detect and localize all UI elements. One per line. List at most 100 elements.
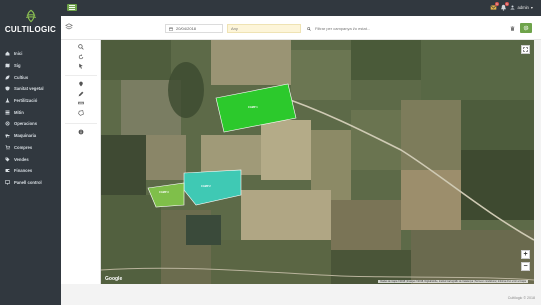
search-field[interactable]	[305, 24, 473, 33]
notifications-badge: 1	[505, 2, 509, 6]
ruler-icon	[78, 101, 84, 105]
sidebar-item-compres[interactable]: Compres	[0, 142, 61, 154]
brand-name: CULTILOGIC	[4, 24, 57, 34]
zoom-in-button[interactable]: +	[521, 250, 530, 259]
date-field[interactable]: 20/04/2018	[165, 24, 223, 33]
magnifier-icon	[78, 44, 84, 50]
tractor-icon	[5, 133, 10, 138]
notifications-button[interactable]: 1	[500, 2, 509, 11]
refresh-icon	[78, 54, 84, 60]
flask-icon	[5, 98, 10, 103]
sidebar-item-vendes[interactable]: Vendes	[0, 153, 61, 165]
sidebar-item-label: Sig	[14, 63, 21, 69]
map-icon	[5, 63, 10, 68]
user-menu[interactable]: admin ▾	[510, 5, 533, 10]
sidebar: CULTILOGIC Inici Sig Cultius Sanitat veg…	[0, 0, 61, 305]
search-icon	[307, 26, 311, 31]
draw-line-tool[interactable]	[77, 90, 85, 98]
gear-icon	[523, 25, 529, 31]
brand[interactable]: CULTILOGIC	[0, 0, 61, 42]
sidebar-item-label: Panell control	[14, 179, 42, 185]
year-field[interactable]	[227, 24, 301, 33]
monitor-icon	[5, 180, 10, 185]
footer-text: Cultilogic © 2018	[507, 296, 535, 300]
sidebar-item-label: Sanitat vegetal	[14, 86, 44, 92]
search-input[interactable]	[315, 26, 455, 31]
sidebar-item-fertilitzacio[interactable]: Fertilització	[0, 95, 61, 107]
refresh-tool[interactable]	[77, 53, 85, 61]
sidebar-item-cultius[interactable]: Cultius	[0, 71, 61, 83]
date-value: 20/04/2018	[176, 26, 197, 31]
info-tool[interactable]	[77, 128, 85, 136]
field-label: CAMP 3	[159, 191, 169, 194]
leaf-icon	[5, 75, 10, 80]
trash-icon	[510, 26, 514, 31]
sidebar-item-sig[interactable]: Sig	[0, 60, 61, 72]
home-icon	[5, 51, 10, 56]
google-logo: Google	[105, 276, 123, 282]
sidebar-item-label: Maquinaria	[14, 133, 37, 139]
field-label: CAMP 1	[248, 106, 258, 109]
gear-icon	[5, 121, 10, 126]
hamburger-icon	[69, 5, 75, 10]
cart-icon	[5, 145, 10, 150]
map-tools-panel	[61, 40, 101, 284]
sidebar-item-mitin[interactable]: Mitin	[0, 106, 61, 118]
minus-icon: −	[523, 263, 528, 270]
sidebar-item-label: Compres	[14, 144, 33, 150]
sidebar-item-panell-control[interactable]: Panell control	[0, 177, 61, 189]
sidebar-item-finances[interactable]: Finances	[0, 165, 61, 177]
sidebar-item-inici[interactable]: Inici	[0, 48, 61, 60]
list-icon	[5, 110, 10, 115]
sidebar-item-label: Cultius	[14, 74, 29, 80]
field-label: CAMP 2	[201, 185, 211, 188]
tools-divider	[65, 123, 97, 124]
sidebar-item-label: Operacions	[14, 121, 38, 127]
delete-button[interactable]	[508, 24, 516, 33]
fullscreen-button[interactable]	[521, 45, 530, 54]
tools-divider	[65, 75, 97, 76]
sidebar-item-label: Inici	[14, 51, 23, 57]
sidebar-nav: Inici Sig Cultius Sanitat vegetal Fertil…	[0, 48, 61, 188]
chevron-down-icon: ▾	[530, 5, 533, 10]
measure-tool[interactable]	[77, 99, 85, 107]
sidebar-item-label: Fertilització	[14, 98, 38, 104]
pointer-tool[interactable]	[77, 62, 85, 70]
tag-icon	[5, 157, 10, 162]
settings-button[interactable]	[520, 23, 532, 33]
expand-icon	[523, 47, 528, 52]
marker-tool[interactable]	[77, 80, 85, 88]
sidebar-item-operacions[interactable]: Operacions	[0, 118, 61, 130]
zoom-tool[interactable]	[77, 43, 85, 51]
pin-icon	[79, 81, 83, 87]
user-icon	[510, 5, 515, 10]
satellite-map[interactable]: CAMP 1 CAMP 2 CAMP 3 + − Google Dades de…	[101, 40, 534, 284]
zoom-out-button[interactable]: −	[521, 262, 530, 271]
polygon-tool[interactable]	[77, 109, 85, 117]
plus-icon: +	[523, 251, 528, 258]
user-name: admin	[517, 5, 529, 10]
layers-icon[interactable]	[65, 23, 73, 31]
menu-toggle-button[interactable]	[67, 4, 77, 11]
sidebar-item-sanitat-vegetal[interactable]: Sanitat vegetal	[0, 83, 61, 95]
top-bar: 1 1 admin ▾	[61, 0, 541, 16]
calendar-icon	[169, 27, 173, 31]
messages-badge: 1	[495, 2, 499, 6]
logo-icon	[25, 9, 36, 22]
filter-bar: 20/04/2018	[61, 16, 541, 40]
shield-icon	[5, 86, 10, 91]
map-imagery	[101, 40, 534, 284]
footer: Cultilogic © 2018	[61, 284, 541, 305]
polygon-icon	[78, 110, 84, 116]
sidebar-item-maquinaria[interactable]: Maquinaria	[0, 130, 61, 142]
sidebar-item-label: Vendes	[14, 156, 29, 162]
info-icon	[78, 129, 84, 135]
map-attribution[interactable]: Dades de mapa ©2018 | Imatges ©2018, Dig…	[378, 280, 528, 283]
top-icons: 1 1	[490, 2, 509, 11]
pencil-icon	[78, 91, 84, 97]
sidebar-item-label: Mitin	[14, 109, 24, 115]
wallet-icon	[5, 168, 10, 173]
year-input[interactable]	[231, 26, 300, 31]
messages-button[interactable]: 1	[490, 2, 499, 11]
cursor-icon	[79, 63, 83, 69]
